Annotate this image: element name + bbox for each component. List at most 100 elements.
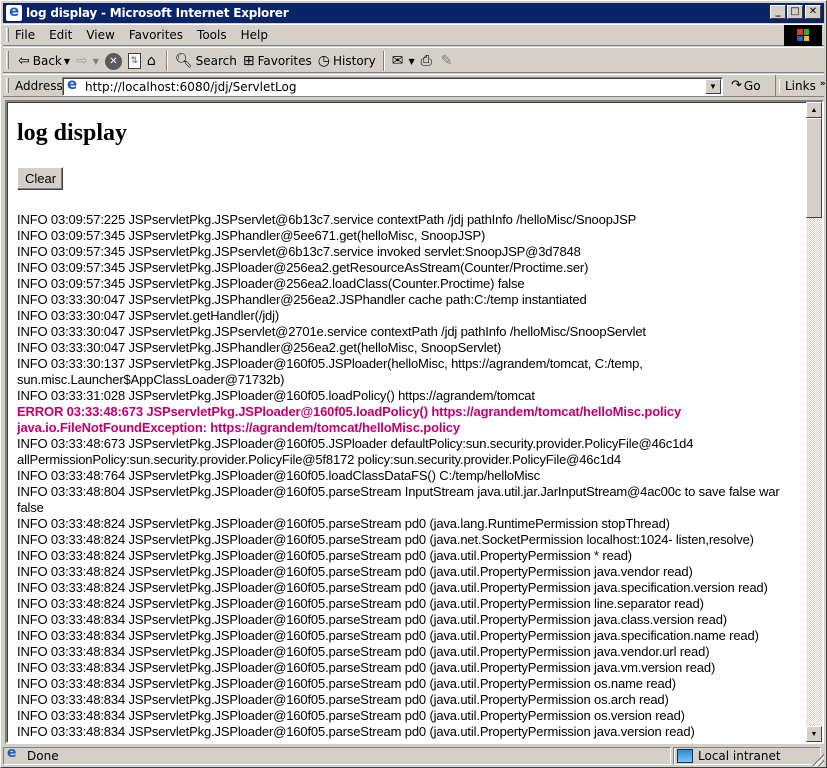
log-line: INFO 03:33:48:834 JSPservletPkg.JSPloade… bbox=[17, 724, 695, 739]
page-heading: log display bbox=[17, 120, 128, 146]
log-line: INFO 03:33:48:673 JSPservletPkg.JSPloade… bbox=[17, 436, 694, 467]
minimize-button[interactable]: _ bbox=[770, 5, 786, 19]
stop-button[interactable]: ✕ bbox=[102, 50, 125, 72]
log-line: INFO 03:33:48:824 JSPservletPkg.JSPloade… bbox=[17, 580, 768, 595]
windows-flag-icon bbox=[797, 29, 809, 41]
log-line: INFO 03:33:48:834 JSPservletPkg.JSPloade… bbox=[17, 740, 797, 742]
log-output: INFO 03:09:57:225 JSPservletPkg.JSPservl… bbox=[17, 212, 797, 742]
search-label: Search bbox=[195, 54, 237, 68]
vertical-scrollbar[interactable]: ▲ ▼ bbox=[806, 102, 822, 742]
print-button[interactable]: ⎙ bbox=[418, 50, 438, 72]
log-line: INFO 03:33:48:834 JSPservletPkg.JSPloade… bbox=[17, 692, 669, 707]
address-bar: Address http://localhost:6080/jdj/Servle… bbox=[3, 74, 826, 97]
status-main-panel: Done bbox=[3, 745, 671, 765]
print-icon: ⎙ bbox=[420, 53, 432, 69]
log-line: INFO 03:33:48:834 JSPservletPkg.JSPloade… bbox=[17, 708, 685, 723]
scroll-up-button[interactable]: ▲ bbox=[806, 102, 822, 118]
mail-dropdown-icon[interactable]: ▼ bbox=[408, 57, 414, 66]
chevron-right-icon[interactable]: » bbox=[820, 79, 826, 89]
address-input[interactable]: http://localhost:6080/jdj/ServletLog ▼ bbox=[62, 75, 723, 96]
toolbar-grip[interactable] bbox=[6, 78, 9, 93]
history-icon: ◷ bbox=[317, 53, 330, 69]
log-line: INFO 03:33:30:047 JSPservletPkg.JSPhandl… bbox=[17, 340, 502, 355]
forward-button[interactable]: ⇨ ▼ bbox=[73, 50, 102, 72]
browser-window: log display - Microsoft Internet Explore… bbox=[0, 0, 827, 768]
menu-file[interactable]: File bbox=[15, 28, 35, 42]
page-icon bbox=[66, 75, 81, 94]
address-url[interactable]: http://localhost:6080/jdj/ServletLog bbox=[85, 80, 705, 94]
log-line: INFO 03:09:57:345 JSPservletPkg.JSPhandl… bbox=[17, 228, 486, 243]
log-line: INFO 03:33:30:137 JSPservletPkg.JSPloade… bbox=[17, 356, 643, 387]
title-bar[interactable]: log display - Microsoft Internet Explore… bbox=[3, 2, 824, 23]
stop-icon: ✕ bbox=[104, 52, 122, 70]
resize-grip[interactable] bbox=[812, 754, 824, 766]
security-zone-text: Local intranet bbox=[698, 749, 781, 763]
links-button[interactable]: Links » bbox=[775, 75, 826, 96]
local-intranet-icon bbox=[677, 749, 693, 763]
go-label: Go bbox=[743, 78, 761, 93]
menu-view[interactable]: View bbox=[86, 28, 114, 42]
log-line: INFO 03:33:30:047 JSPservlet.getHandler(… bbox=[17, 308, 280, 323]
refresh-icon: ⇅ bbox=[127, 53, 141, 69]
history-button[interactable]: ◷ History bbox=[315, 50, 379, 72]
windows-logo-throbber bbox=[784, 25, 822, 46]
security-zone-panel: Local intranet bbox=[673, 747, 821, 765]
log-line: INFO 03:09:57:345 JSPservletPkg.JSPloade… bbox=[17, 260, 589, 275]
back-arrow-icon: ⇦ bbox=[18, 53, 30, 69]
toolbar-grip[interactable] bbox=[6, 28, 9, 42]
maximize-button[interactable]: □ bbox=[787, 5, 803, 19]
refresh-button[interactable]: ⇅ bbox=[125, 50, 144, 72]
go-button[interactable]: ↷ Go bbox=[731, 78, 761, 93]
toolbar-separator bbox=[165, 51, 168, 71]
mail-icon: ✉ bbox=[391, 53, 404, 69]
forward-arrow-icon: ⇨ bbox=[76, 53, 88, 69]
status-bar: Done Local intranet bbox=[3, 745, 824, 766]
mail-button[interactable]: ✉ ▼ bbox=[389, 50, 418, 72]
go-arrow-icon: ↷ bbox=[731, 78, 742, 93]
toolbar-grip[interactable] bbox=[6, 51, 9, 69]
log-line: INFO 03:33:48:824 JSPservletPkg.JSPloade… bbox=[17, 564, 693, 579]
log-line: INFO 03:33:48:824 JSPservletPkg.JSPloade… bbox=[17, 516, 670, 531]
menu-help[interactable]: Help bbox=[241, 28, 268, 42]
search-icon: 🔍︎ bbox=[174, 53, 193, 69]
log-line: INFO 03:33:30:047 JSPservletPkg.JSPhandl… bbox=[17, 292, 587, 307]
page-content: log display Clear INFO 03:09:57:225 JSPs… bbox=[7, 102, 807, 742]
edit-button[interactable]: ✎ bbox=[438, 50, 459, 72]
back-dropdown-icon[interactable]: ▼ bbox=[64, 57, 70, 66]
log-line: INFO 03:33:48:834 JSPservletPkg.JSPloade… bbox=[17, 644, 710, 659]
back-button[interactable]: ⇦ Back ▼ bbox=[15, 50, 73, 72]
scroll-down-button[interactable]: ▼ bbox=[806, 726, 822, 742]
page-viewport: log display Clear INFO 03:09:57:225 JSPs… bbox=[5, 100, 824, 744]
history-label: History bbox=[333, 54, 376, 68]
favorites-label: Favorites bbox=[257, 54, 312, 68]
log-line: INFO 03:09:57:345 JSPservletPkg.JSPservl… bbox=[17, 244, 581, 259]
menu-tools[interactable]: Tools bbox=[197, 28, 227, 42]
log-line: INFO 03:33:48:824 JSPservletPkg.JSPloade… bbox=[17, 532, 754, 547]
log-line: INFO 03:33:30:047 JSPservletPkg.JSPservl… bbox=[17, 324, 646, 339]
favorites-button[interactable]: ⊞ Favorites bbox=[240, 50, 315, 72]
address-dropdown-button[interactable]: ▼ bbox=[705, 79, 721, 94]
log-line: INFO 03:33:48:824 JSPservletPkg.JSPloade… bbox=[17, 548, 632, 563]
status-text: Done bbox=[27, 749, 59, 763]
window-title: log display - Microsoft Internet Explore… bbox=[26, 6, 289, 20]
log-line: INFO 03:33:48:824 JSPservletPkg.JSPloade… bbox=[17, 596, 704, 611]
log-line: INFO 03:33:31:028 JSPservletPkg.JSPloade… bbox=[17, 388, 535, 403]
log-line: INFO 03:09:57:345 JSPservletPkg.JSPloade… bbox=[17, 276, 525, 291]
home-button[interactable]: ⌂ bbox=[144, 50, 162, 72]
scrollbar-thumb[interactable] bbox=[806, 118, 822, 218]
search-button[interactable]: 🔍︎ Search bbox=[172, 50, 240, 72]
menu-edit[interactable]: Edit bbox=[49, 28, 72, 42]
forward-dropdown-icon[interactable]: ▼ bbox=[93, 57, 99, 66]
log-line: INFO 03:33:48:834 JSPservletPkg.JSPloade… bbox=[17, 612, 727, 627]
page-status-icon bbox=[6, 745, 21, 764]
back-label: Back bbox=[32, 54, 62, 68]
menu-favorites[interactable]: Favorites bbox=[129, 28, 183, 42]
log-line-error: ERROR 03:33:48:673 JSPservletPkg.JSPload… bbox=[17, 404, 682, 435]
favorites-folder-icon: ⊞ bbox=[242, 53, 255, 69]
links-label: Links bbox=[785, 79, 816, 93]
log-line: INFO 03:33:48:764 JSPservletPkg.JSPloade… bbox=[17, 468, 541, 483]
log-line: INFO 03:33:48:834 JSPservletPkg.JSPloade… bbox=[17, 676, 676, 691]
clear-button[interactable]: Clear bbox=[17, 167, 64, 190]
log-line: INFO 03:33:48:834 JSPservletPkg.JSPloade… bbox=[17, 628, 759, 643]
close-button[interactable]: ✕ bbox=[805, 5, 821, 19]
